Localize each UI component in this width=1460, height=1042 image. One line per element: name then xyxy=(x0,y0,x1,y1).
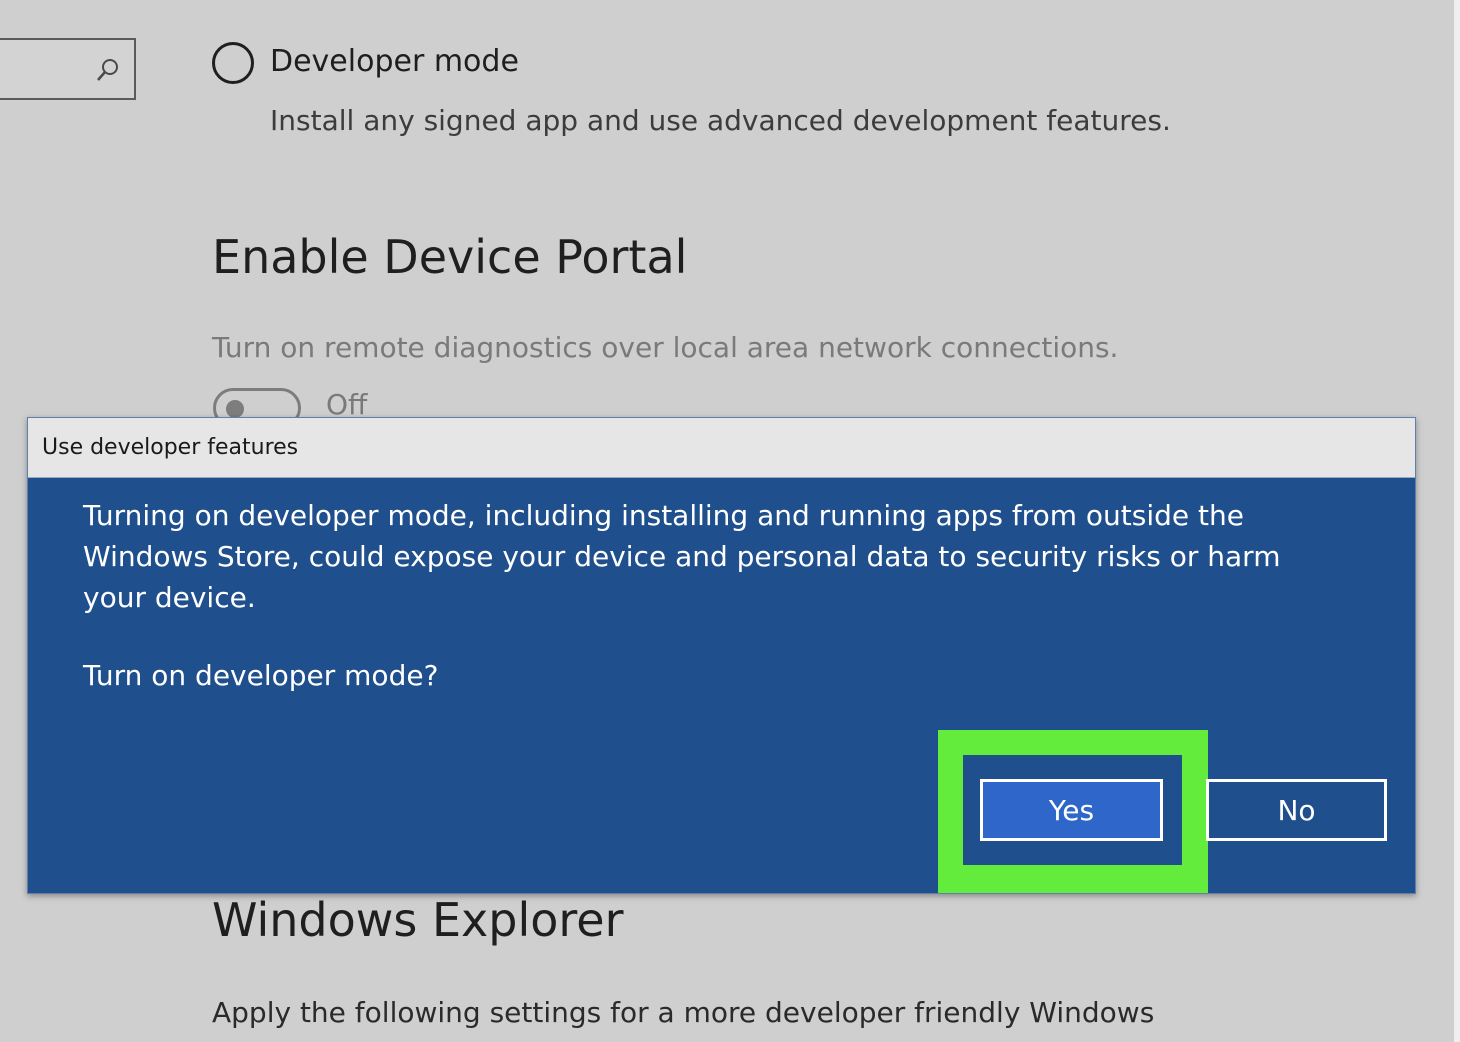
developer-mode-description: Install any signed app and use advanced … xyxy=(270,104,1171,137)
developer-mode-radio[interactable] xyxy=(212,42,254,84)
device-portal-description: Turn on remote diagnostics over local ar… xyxy=(212,331,1119,364)
search-icon xyxy=(97,59,118,81)
developer-features-dialog: Use developer features Turning on develo… xyxy=(27,417,1416,894)
dialog-title: Use developer features xyxy=(42,435,299,460)
windows-explorer-heading: Windows Explorer xyxy=(212,893,624,947)
settings-page: Developer mode Install any signed app an… xyxy=(0,0,1460,1042)
search-input[interactable] xyxy=(0,38,136,100)
dialog-message: Turning on developer mode, including ins… xyxy=(83,499,1281,614)
toggle-knob xyxy=(226,400,244,418)
dialog-question: Turn on developer mode? xyxy=(83,659,439,692)
developer-mode-label: Developer mode xyxy=(270,44,519,79)
windows-explorer-description: Apply the following settings for a more … xyxy=(212,996,1155,1029)
dialog-titlebar: Use developer features xyxy=(28,418,1415,478)
no-button[interactable]: No xyxy=(1206,779,1387,841)
yes-button[interactable]: Yes xyxy=(980,779,1163,841)
device-portal-heading: Enable Device Portal xyxy=(212,230,688,284)
window-edge xyxy=(1454,0,1460,1042)
